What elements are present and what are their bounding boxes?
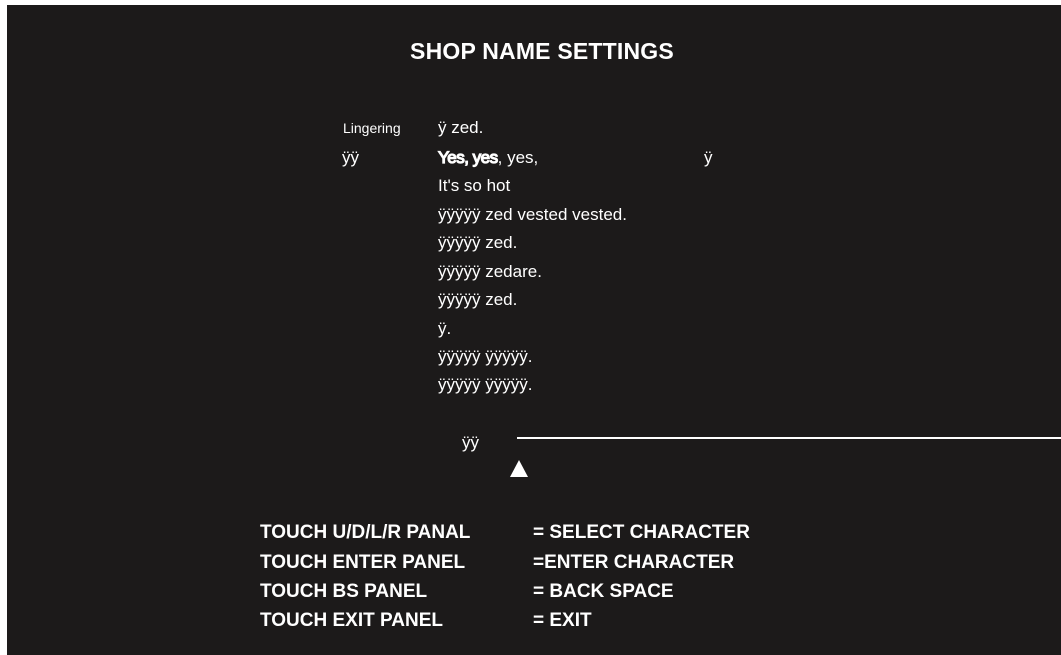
message-line-2: Yes, yes, yes, — [437, 147, 539, 168]
shop-name-settings-screen: SHOP NAME SETTINGS Lingering ÿ zed. ÿÿ Y… — [7, 5, 1061, 655]
message-line-6: ÿÿÿÿÿ zedare. — [438, 262, 542, 281]
message-line-10: ÿÿÿÿÿ ÿÿÿÿÿ. — [438, 375, 533, 394]
message-line-2-emphasis: Yes, yes — [437, 147, 498, 167]
instruction-bs-key: TOUCH BS PANEL — [260, 581, 428, 602]
message-line-7: ÿÿÿÿÿ zed. — [438, 290, 518, 309]
message-line-1: ÿ zed. — [438, 118, 484, 137]
lingering-label: Lingering — [343, 120, 401, 136]
message-line-2-rest: , yes, — [497, 148, 539, 167]
name-entry-underline — [517, 437, 1061, 439]
left-label: ÿÿ — [342, 148, 359, 167]
instruction-select-key: TOUCH U/D/L/R PANAL — [260, 522, 471, 543]
message-line-8: ÿ. — [438, 319, 452, 338]
instruction-exit-action: = EXIT — [533, 610, 592, 631]
instruction-exit-key: TOUCH EXIT PANEL — [260, 610, 443, 631]
message-line-4: ÿÿÿÿÿ zed vested vested. — [438, 205, 627, 224]
up-triangle-icon — [510, 460, 528, 477]
instruction-enter-key: TOUCH ENTER PANEL — [260, 552, 466, 573]
page-title: SHOP NAME SETTINGS — [410, 38, 674, 64]
message-line-9: ÿÿÿÿÿ ÿÿÿÿÿ. — [438, 347, 533, 366]
instruction-bs-action: = BACK SPACE — [533, 581, 674, 602]
instruction-enter-action: =ENTER CHARACTER — [533, 552, 735, 573]
name-entry-label: ÿÿ — [462, 433, 479, 452]
message-line-3: It's so hot — [438, 176, 511, 195]
message-line-5: ÿÿÿÿÿ zed. — [438, 233, 518, 252]
right-marker: ÿ — [704, 148, 713, 167]
instruction-select-action: = SELECT CHARACTER — [533, 522, 750, 543]
